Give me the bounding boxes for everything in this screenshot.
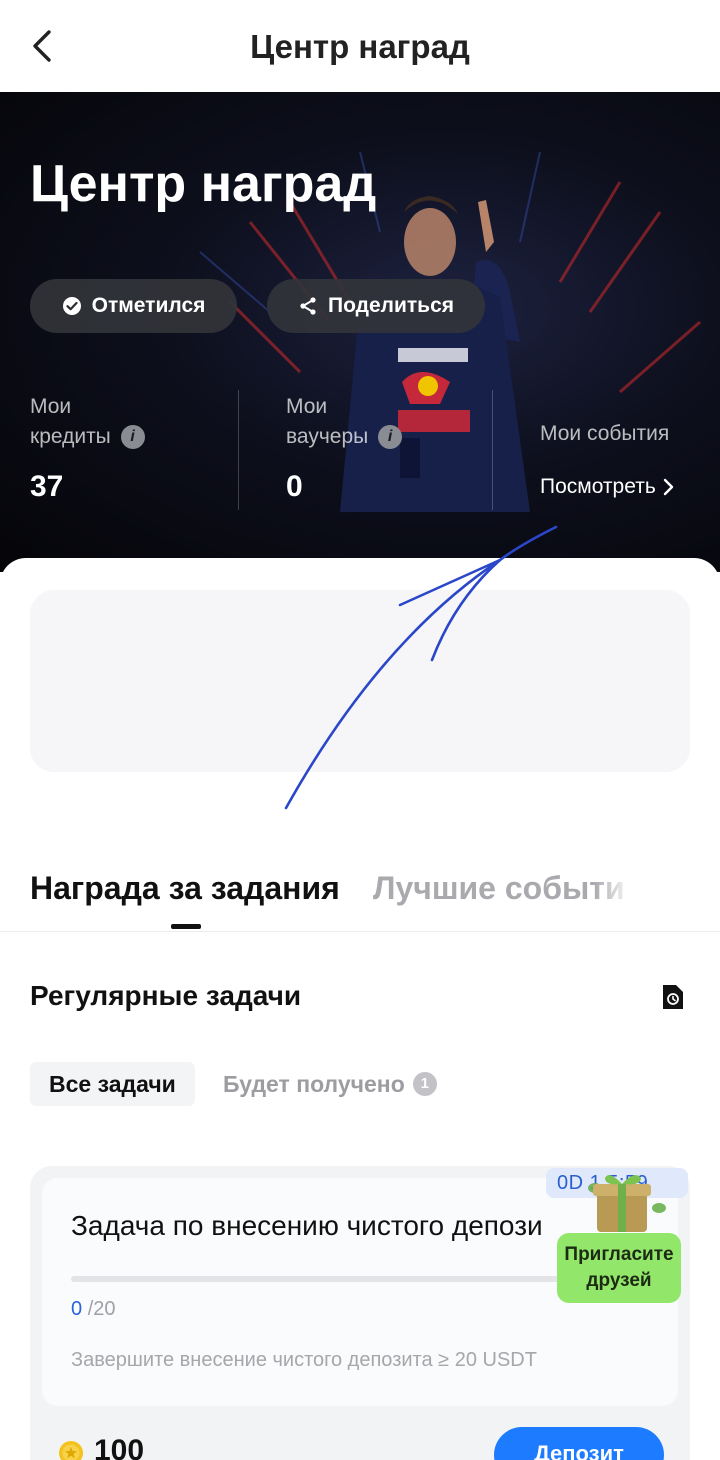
share-icon [300, 297, 316, 315]
credits-label: Мои кредиты i [30, 392, 145, 452]
tab-task-rewards[interactable]: Награда за задания [30, 870, 340, 907]
tab-bar: Награда за задания Лучшие событи [0, 860, 720, 932]
page-title: Центр наград [250, 28, 470, 65]
hero-banner: Центр наград Отметился Поделиться Мои кр… [0, 92, 720, 572]
coin-icon [59, 1441, 83, 1460]
task-progress-bar [71, 1276, 591, 1282]
stat-divider [238, 390, 239, 510]
task-title: Задача по внесению чистого депози [71, 1210, 543, 1241]
view-events-link[interactable]: Посмотреть [540, 475, 674, 499]
section-title: Регулярные задачи [30, 980, 302, 1011]
tab-top-events[interactable]: Лучшие событи [373, 870, 633, 907]
deposit-button[interactable]: Депозит [494, 1427, 664, 1460]
credits-value: 37 [30, 470, 64, 503]
share-label: Поделиться [327, 294, 455, 317]
info-icon[interactable]: i [378, 425, 403, 450]
checkin-label: Отметился [91, 294, 206, 317]
gift-icon [588, 1175, 666, 1232]
count-badge: 1 [412, 1072, 437, 1096]
vouchers-label: Мои ваучеры i [286, 392, 403, 452]
top-bar: Центр наград [0, 0, 720, 92]
share-button[interactable]: Поделиться [267, 279, 485, 333]
checkin-button[interactable]: Отметился [30, 279, 237, 333]
info-icon[interactable]: i [120, 425, 145, 450]
chevron-right-icon [663, 478, 673, 496]
stat-divider [492, 390, 493, 510]
filter-all-tasks[interactable]: Все задачи [30, 1062, 195, 1106]
hero-title: Центр наград [30, 155, 377, 213]
vouchers-value: 0 [286, 470, 303, 503]
task-description: Завершите внесение чистого депозита ≥ 20… [71, 1349, 537, 1371]
reward-amount: 100 [94, 1434, 145, 1460]
events-label: Мои события [540, 422, 670, 445]
task-progress-text: 0 /20 [71, 1298, 116, 1320]
check-circle-icon [62, 297, 81, 315]
banner-placeholder [30, 590, 690, 772]
tab-indicator [171, 924, 201, 929]
invite-friends-button[interactable]: Пригласите друзей [557, 1233, 681, 1303]
filter-to-be-received[interactable]: Будет получено 1 [223, 1062, 437, 1106]
history-document-icon[interactable] [660, 983, 686, 1011]
